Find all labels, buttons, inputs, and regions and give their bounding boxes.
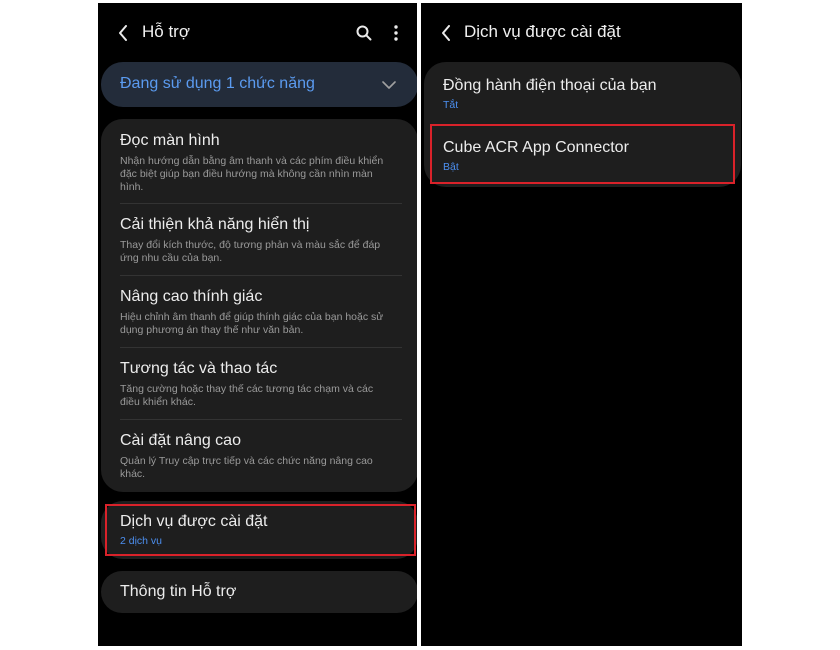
search-icon[interactable] xyxy=(353,21,375,45)
list-item-cube-acr[interactable]: Cube ACR App Connector Bật xyxy=(424,124,741,184)
installed-services-card[interactable]: Dịch vụ được cài đặt 2 dịch vụ xyxy=(101,501,417,559)
list-item-title: Cài đặt nâng cao xyxy=(120,432,241,449)
list-item-description: Tăng cường hoặc thay thế các tương tác c… xyxy=(120,383,374,408)
service-status: Tắt xyxy=(443,99,459,111)
list-item-description: Thay đổi kích thước, độ tương phản và mà… xyxy=(120,239,381,264)
page-title: Hỗ trợ xyxy=(142,22,190,41)
list-item-title: Đọc màn hình xyxy=(120,132,220,149)
list-item-title: Cải thiện khả năng hiển thị xyxy=(120,216,310,233)
app-bar: Hỗ trợ xyxy=(98,3,417,63)
page-title: Dịch vụ được cài đặt xyxy=(464,22,621,41)
service-title: Đồng hành điện thoại của bạn xyxy=(443,77,657,94)
installed-services-screen: Dịch vụ được cài đặt Đồng hành điện thoạ… xyxy=(419,3,744,646)
list-item-interaction[interactable]: Tương tác và thao tác Tăng cường hoặc th… xyxy=(101,348,417,419)
installed-services-count: 2 dịch vụ xyxy=(120,535,163,547)
app-bar: Dịch vụ được cài đặt xyxy=(421,3,742,63)
service-status: Bật xyxy=(443,161,459,173)
list-item-description: Hiệu chỉnh âm thanh để giúp thính giác c… xyxy=(120,311,384,336)
list-item-advanced-settings[interactable]: Cài đặt nâng cao Quản lý Truy cập trực t… xyxy=(101,420,417,492)
list-item-description: Nhận hướng dẫn bằng âm thanh và các phím… xyxy=(120,155,384,193)
list-item-screen-reader[interactable]: Đọc màn hình Nhận hướng dẫn bằng âm than… xyxy=(101,119,417,203)
list-item-title: Tương tác và thao tác xyxy=(120,360,278,377)
installed-services-title: Dịch vụ được cài đặt xyxy=(120,513,268,530)
in-use-functions-card[interactable]: Đang sử dụng 1 chức năng xyxy=(101,62,417,107)
list-item-title: Nâng cao thính giác xyxy=(120,288,263,305)
about-accessibility-title: Thông tin Hỗ trợ xyxy=(120,583,237,600)
more-options-icon[interactable] xyxy=(385,21,407,45)
service-title: Cube ACR App Connector xyxy=(443,139,629,156)
chevron-down-icon[interactable] xyxy=(382,77,396,95)
list-item-hearing[interactable]: Nâng cao thính giác Hiệu chỉnh âm thanh … xyxy=(101,276,417,347)
services-list-card: Đồng hành điện thoại của bạn Tắt Cube AC… xyxy=(424,62,741,187)
accessibility-screen: Hỗ trợ Đang sử dụng 1 chức năng Đọc màn … xyxy=(96,3,419,646)
list-item-phone-companion[interactable]: Đồng hành điện thoại của bạn Tắt xyxy=(424,62,741,122)
list-item-visibility[interactable]: Cải thiện khả năng hiển thị Thay đổi kíc… xyxy=(101,204,417,275)
back-arrow-icon[interactable] xyxy=(437,21,455,45)
in-use-label: Đang sử dụng 1 chức năng xyxy=(120,75,315,92)
list-item-description: Quản lý Truy cập trực tiếp và các chức n… xyxy=(120,455,373,480)
accessibility-categories-card: Đọc màn hình Nhận hướng dẫn bằng âm than… xyxy=(101,119,417,492)
back-arrow-icon[interactable] xyxy=(114,21,132,45)
about-accessibility-card[interactable]: Thông tin Hỗ trợ xyxy=(101,571,417,613)
